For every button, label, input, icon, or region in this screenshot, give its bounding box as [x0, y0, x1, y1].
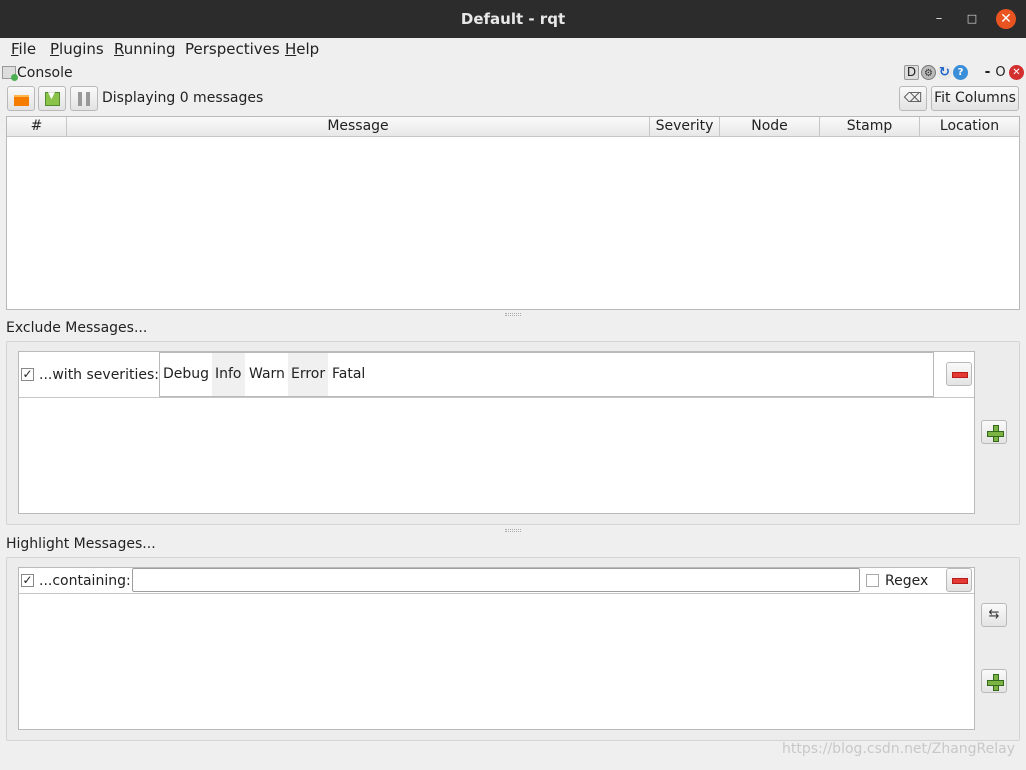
add-exclude-rule-button[interactable]: [981, 420, 1007, 444]
column-header-message[interactable]: Message: [67, 117, 650, 137]
highlight-text-input[interactable]: [132, 568, 860, 592]
message-count-status: Displaying 0 messages: [102, 90, 264, 106]
splitter-handle-2[interactable]: [505, 529, 521, 532]
add-highlight-rule-button[interactable]: [981, 669, 1007, 693]
window-titlebar: Default - rqt – □ ✕: [0, 0, 1026, 38]
regex-label: Regex: [885, 573, 929, 589]
watermark-text: https://blog.csdn.net/ZhangRelay: [782, 741, 1016, 757]
column-header-location[interactable]: Location: [920, 117, 1019, 137]
remove-exclude-rule-button[interactable]: [946, 362, 972, 386]
pause-icon: [78, 92, 82, 106]
menu-help[interactable]: Help: [285, 40, 319, 58]
folder-icon: [14, 95, 29, 106]
window-title: Default - rqt: [460, 10, 566, 28]
reload-icon[interactable]: ↻: [937, 65, 952, 80]
minimize-icon[interactable]: –: [929, 9, 949, 29]
dock-d-button[interactable]: D: [904, 65, 919, 80]
save-icon: [45, 91, 60, 106]
severity-fatal[interactable]: Fatal: [329, 353, 368, 396]
open-file-button[interactable]: [7, 86, 35, 111]
exclude-section-label: Exclude Messages...: [6, 320, 148, 336]
highlight-rule-label: ...containing:: [39, 573, 131, 589]
exclude-rule-checkbox[interactable]: ✓: [21, 368, 34, 381]
fit-columns-button[interactable]: Fit Columns: [931, 86, 1019, 111]
table-header: # Message Severity Node Stamp Location: [7, 117, 1019, 137]
menu-plugins[interactable]: Plugins: [50, 40, 104, 58]
exclude-rule-label: ...with severities:: [39, 367, 159, 383]
menu-perspectives[interactable]: Perspectives: [185, 40, 280, 58]
console-plugin-icon: [2, 66, 18, 81]
column-header-number[interactable]: #: [7, 117, 67, 137]
exclude-rules-list: ✓ ...with severities: Debug Info Warn Er…: [18, 351, 975, 514]
severity-warn[interactable]: Warn: [246, 353, 288, 396]
severity-list[interactable]: Debug Info Warn Error Fatal: [159, 352, 934, 397]
close-plugin-icon[interactable]: ✕: [1009, 65, 1024, 80]
column-header-stamp[interactable]: Stamp: [820, 117, 920, 137]
pause-button[interactable]: [70, 86, 98, 111]
splitter-handle[interactable]: [505, 313, 521, 316]
highlight-section-label: Highlight Messages...: [6, 536, 156, 552]
column-header-node[interactable]: Node: [720, 117, 820, 137]
column-header-severity[interactable]: Severity: [650, 117, 720, 137]
exclude-rule-row: ✓ ...with severities: Debug Info Warn Er…: [19, 352, 974, 398]
remove-highlight-rule-button[interactable]: [946, 568, 972, 592]
plugin-titlebar: Console D ⚙ ↻ ? - O ✕: [0, 62, 1026, 84]
message-table[interactable]: # Message Severity Node Stamp Location: [6, 116, 1020, 310]
clear-messages-button[interactable]: ⌫: [899, 86, 927, 111]
menu-running[interactable]: Running: [114, 40, 175, 58]
float-plugin-button[interactable]: O: [993, 65, 1008, 80]
highlight-rules-list: ✓ ...containing: Regex: [18, 567, 975, 730]
swap-rules-button[interactable]: ⇆: [981, 603, 1007, 627]
highlight-rule-row: ✓ ...containing: Regex: [19, 568, 974, 594]
severity-error[interactable]: Error: [288, 353, 329, 396]
plugin-title: Console: [17, 65, 73, 81]
help-icon[interactable]: ?: [953, 65, 968, 80]
menu-file[interactable]: File: [11, 40, 36, 58]
menu-bar: File Plugins Running Perspectives Help: [0, 38, 1026, 62]
highlight-rule-checkbox[interactable]: ✓: [21, 574, 34, 587]
swap-icon: ⇆: [988, 607, 1000, 622]
close-window-icon[interactable]: ✕: [996, 9, 1016, 29]
maximize-icon[interactable]: □: [962, 9, 982, 29]
regex-checkbox[interactable]: [866, 574, 879, 587]
save-file-button[interactable]: [38, 86, 66, 111]
clear-icon: ⌫: [903, 91, 923, 106]
severity-debug[interactable]: Debug: [160, 353, 212, 396]
severity-info[interactable]: Info: [212, 353, 245, 396]
gear-icon[interactable]: ⚙: [921, 65, 936, 80]
